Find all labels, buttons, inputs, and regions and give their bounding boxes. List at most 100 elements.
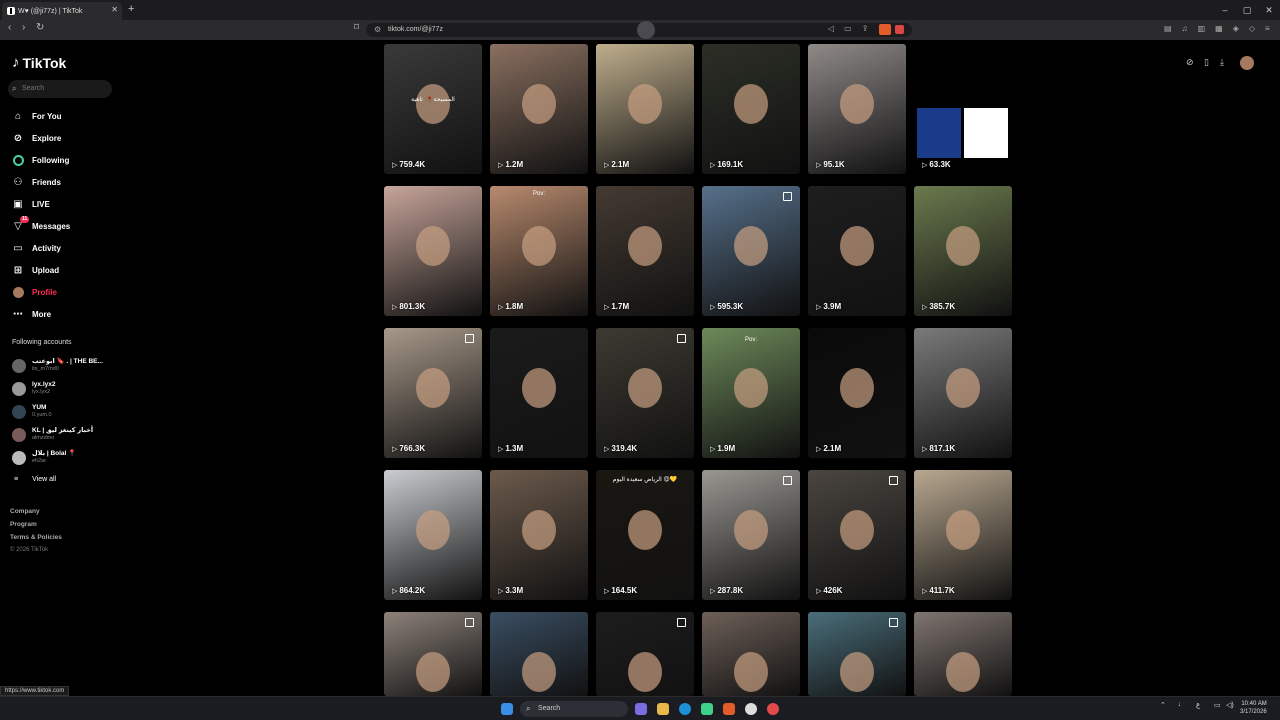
video-tile[interactable]: 864.2K (384, 470, 482, 600)
nav-friends[interactable]: ⚇ Friends (12, 176, 61, 188)
close-tab-icon[interactable]: ✕ (111, 5, 118, 14)
extensions-icon[interactable]: ▤ (1164, 24, 1172, 33)
avatar[interactable] (1240, 56, 1254, 70)
account-item[interactable]: lyx.lyx2 lyx.lyx2 (12, 381, 56, 396)
video-tile[interactable]: 169.1K (702, 44, 800, 174)
video-tile[interactable] (914, 612, 1012, 696)
browser-tab[interactable]: W♥ (@ji77z) | TikTok ✕ (2, 2, 122, 20)
tray-chevron-icon[interactable]: ⌃ (1160, 701, 1166, 709)
video-tile[interactable] (384, 612, 482, 696)
site-info-icon[interactable]: ⚙ (374, 23, 381, 37)
video-tile[interactable]: 817.1K (914, 328, 1012, 458)
video-tile[interactable]: 63.3K (914, 44, 1012, 174)
close-window-icon[interactable]: ✕ (1258, 0, 1280, 20)
list-icon: ≡ (14, 476, 19, 483)
footer-program-link[interactable]: Program (10, 521, 37, 528)
edge-icon[interactable] (679, 703, 691, 715)
app-icon-2[interactable] (767, 703, 779, 715)
nav-explore[interactable]: ⊘ Explore (12, 132, 62, 144)
maximize-icon[interactable]: ▢ (1236, 0, 1258, 20)
back-icon[interactable]: ‹ (8, 22, 11, 33)
app-icon[interactable] (701, 703, 713, 715)
video-tile[interactable]: 287.8K (702, 470, 800, 600)
phone-icon[interactable]: ▯ (1204, 57, 1209, 68)
video-tile[interactable]: 426K (808, 470, 906, 600)
account-item[interactable]: بلال | Bolal 📍 eh2ar (12, 450, 76, 465)
view-count: 1.2M (498, 160, 523, 169)
account-item[interactable]: KL | أخبار كينغز ليق almzdmo (12, 427, 93, 442)
nav-following[interactable]: Following (12, 154, 69, 166)
video-tile[interactable]: 2.1M (596, 44, 694, 174)
media-icon[interactable]: ♫ (1182, 24, 1188, 33)
new-tab-icon[interactable]: + (128, 3, 134, 15)
search-input[interactable]: ⌕ Search (8, 80, 112, 98)
forward-icon[interactable]: › (22, 22, 25, 33)
video-tile[interactable] (808, 612, 906, 696)
video-tile[interactable]: الرياض سعيده اليوم 😍💛 164.5K (596, 470, 694, 600)
video-tile[interactable]: 1.3M (490, 328, 588, 458)
video-tile[interactable]: 766.3K (384, 328, 482, 458)
video-tile[interactable]: 3.3M (490, 470, 588, 600)
menu-icon[interactable]: ≡ (1265, 24, 1270, 33)
nav-activity[interactable]: ▭ Activity (12, 242, 61, 254)
scrollbar[interactable] (1274, 40, 1280, 696)
video-tile[interactable]: Pov: 1.8M (490, 186, 588, 316)
bookmark-icon[interactable]: ⌑ (354, 22, 359, 33)
video-tile[interactable] (490, 612, 588, 696)
volume-icon[interactable]: ◁) (1226, 701, 1234, 709)
taskbar-search[interactable]: ⌕ Search (520, 701, 628, 717)
clock-date: 3/17/2026 (1240, 709, 1267, 715)
view-all-link[interactable]: ≡ View all (14, 476, 56, 483)
chrome-icon[interactable] (745, 703, 757, 715)
video-tile[interactable]: المسيحة 🥀 تاهية 759.4K (384, 44, 482, 174)
video-tile[interactable]: 319.4K (596, 328, 694, 458)
account-item[interactable]: YUM 0.yum.0 (12, 404, 52, 419)
nav-messages[interactable]: ▽ 11 Messages (12, 216, 70, 232)
download-icon[interactable]: ⤓ (1220, 57, 1224, 68)
thumbnail-subject (416, 84, 450, 124)
steam-extension-icon[interactable] (637, 21, 655, 39)
video-tile[interactable]: 385.7K (914, 186, 1012, 316)
nav-profile[interactable]: Profile (12, 286, 57, 298)
video-tile[interactable]: 2.1M (808, 328, 906, 458)
video-tile[interactable] (702, 612, 800, 696)
minimize-icon[interactable]: – (1214, 0, 1236, 20)
nav-live[interactable]: ▣ LIVE (12, 198, 50, 210)
footer-company-link[interactable]: Company (10, 508, 40, 515)
wallet-icon[interactable]: ◈ (1233, 24, 1239, 33)
vpn-icon[interactable]: ◇ (1249, 24, 1255, 33)
brave-rewards-icon[interactable] (895, 25, 904, 34)
sidebar-icon[interactable]: ▥ (1198, 24, 1206, 33)
reload-icon[interactable]: ↻ (36, 22, 44, 33)
clock[interactable]: 10:40 AM 3/17/2026 (1240, 700, 1267, 716)
video-tile[interactable]: 801.3K (384, 186, 482, 316)
account-item[interactable]: ابوعتب 🔖 . | THE BE... its_m7md0 (12, 358, 103, 373)
share-icon[interactable]: ⇪ (862, 24, 869, 33)
compass-icon[interactable]: ⊘ (1186, 57, 1194, 68)
reading-icon[interactable]: ▦ (1215, 24, 1223, 33)
mute-icon[interactable]: ◁ (828, 24, 834, 33)
windows-start-icon[interactable] (501, 703, 513, 715)
video-tile[interactable] (596, 612, 694, 696)
nav-upload[interactable]: ⊞ Upload (12, 264, 59, 276)
video-tile[interactable]: 411.7K (914, 470, 1012, 600)
network-icon[interactable]: ▭ (1214, 701, 1221, 709)
file-explorer-icon[interactable] (657, 703, 669, 715)
brave-icon[interactable] (723, 703, 735, 715)
video-tile[interactable]: 595.3K (702, 186, 800, 316)
nav-more[interactable]: ⋯ More (12, 308, 51, 320)
copilot-icon[interactable] (635, 703, 647, 715)
video-tile[interactable]: 3.9M (808, 186, 906, 316)
home-icon: ⌂ (14, 110, 22, 122)
cast-icon[interactable]: ▭ (844, 24, 852, 33)
brave-shield-icon[interactable] (879, 24, 891, 35)
footer-terms-link[interactable]: Terms & Policies (10, 534, 62, 541)
video-tile[interactable]: 1.2M (490, 44, 588, 174)
video-tile[interactable]: 95.1K (808, 44, 906, 174)
mic-icon[interactable]: ♩ (1178, 701, 1185, 708)
video-tile[interactable]: 1.7M (596, 186, 694, 316)
nav-for-you[interactable]: ⌂ For You (12, 110, 62, 122)
video-tile[interactable]: Pov: 1.9M (702, 328, 800, 458)
language-icon[interactable]: ع (1196, 701, 1200, 709)
tiktok-logo[interactable]: ♪ TikTok (12, 54, 66, 71)
